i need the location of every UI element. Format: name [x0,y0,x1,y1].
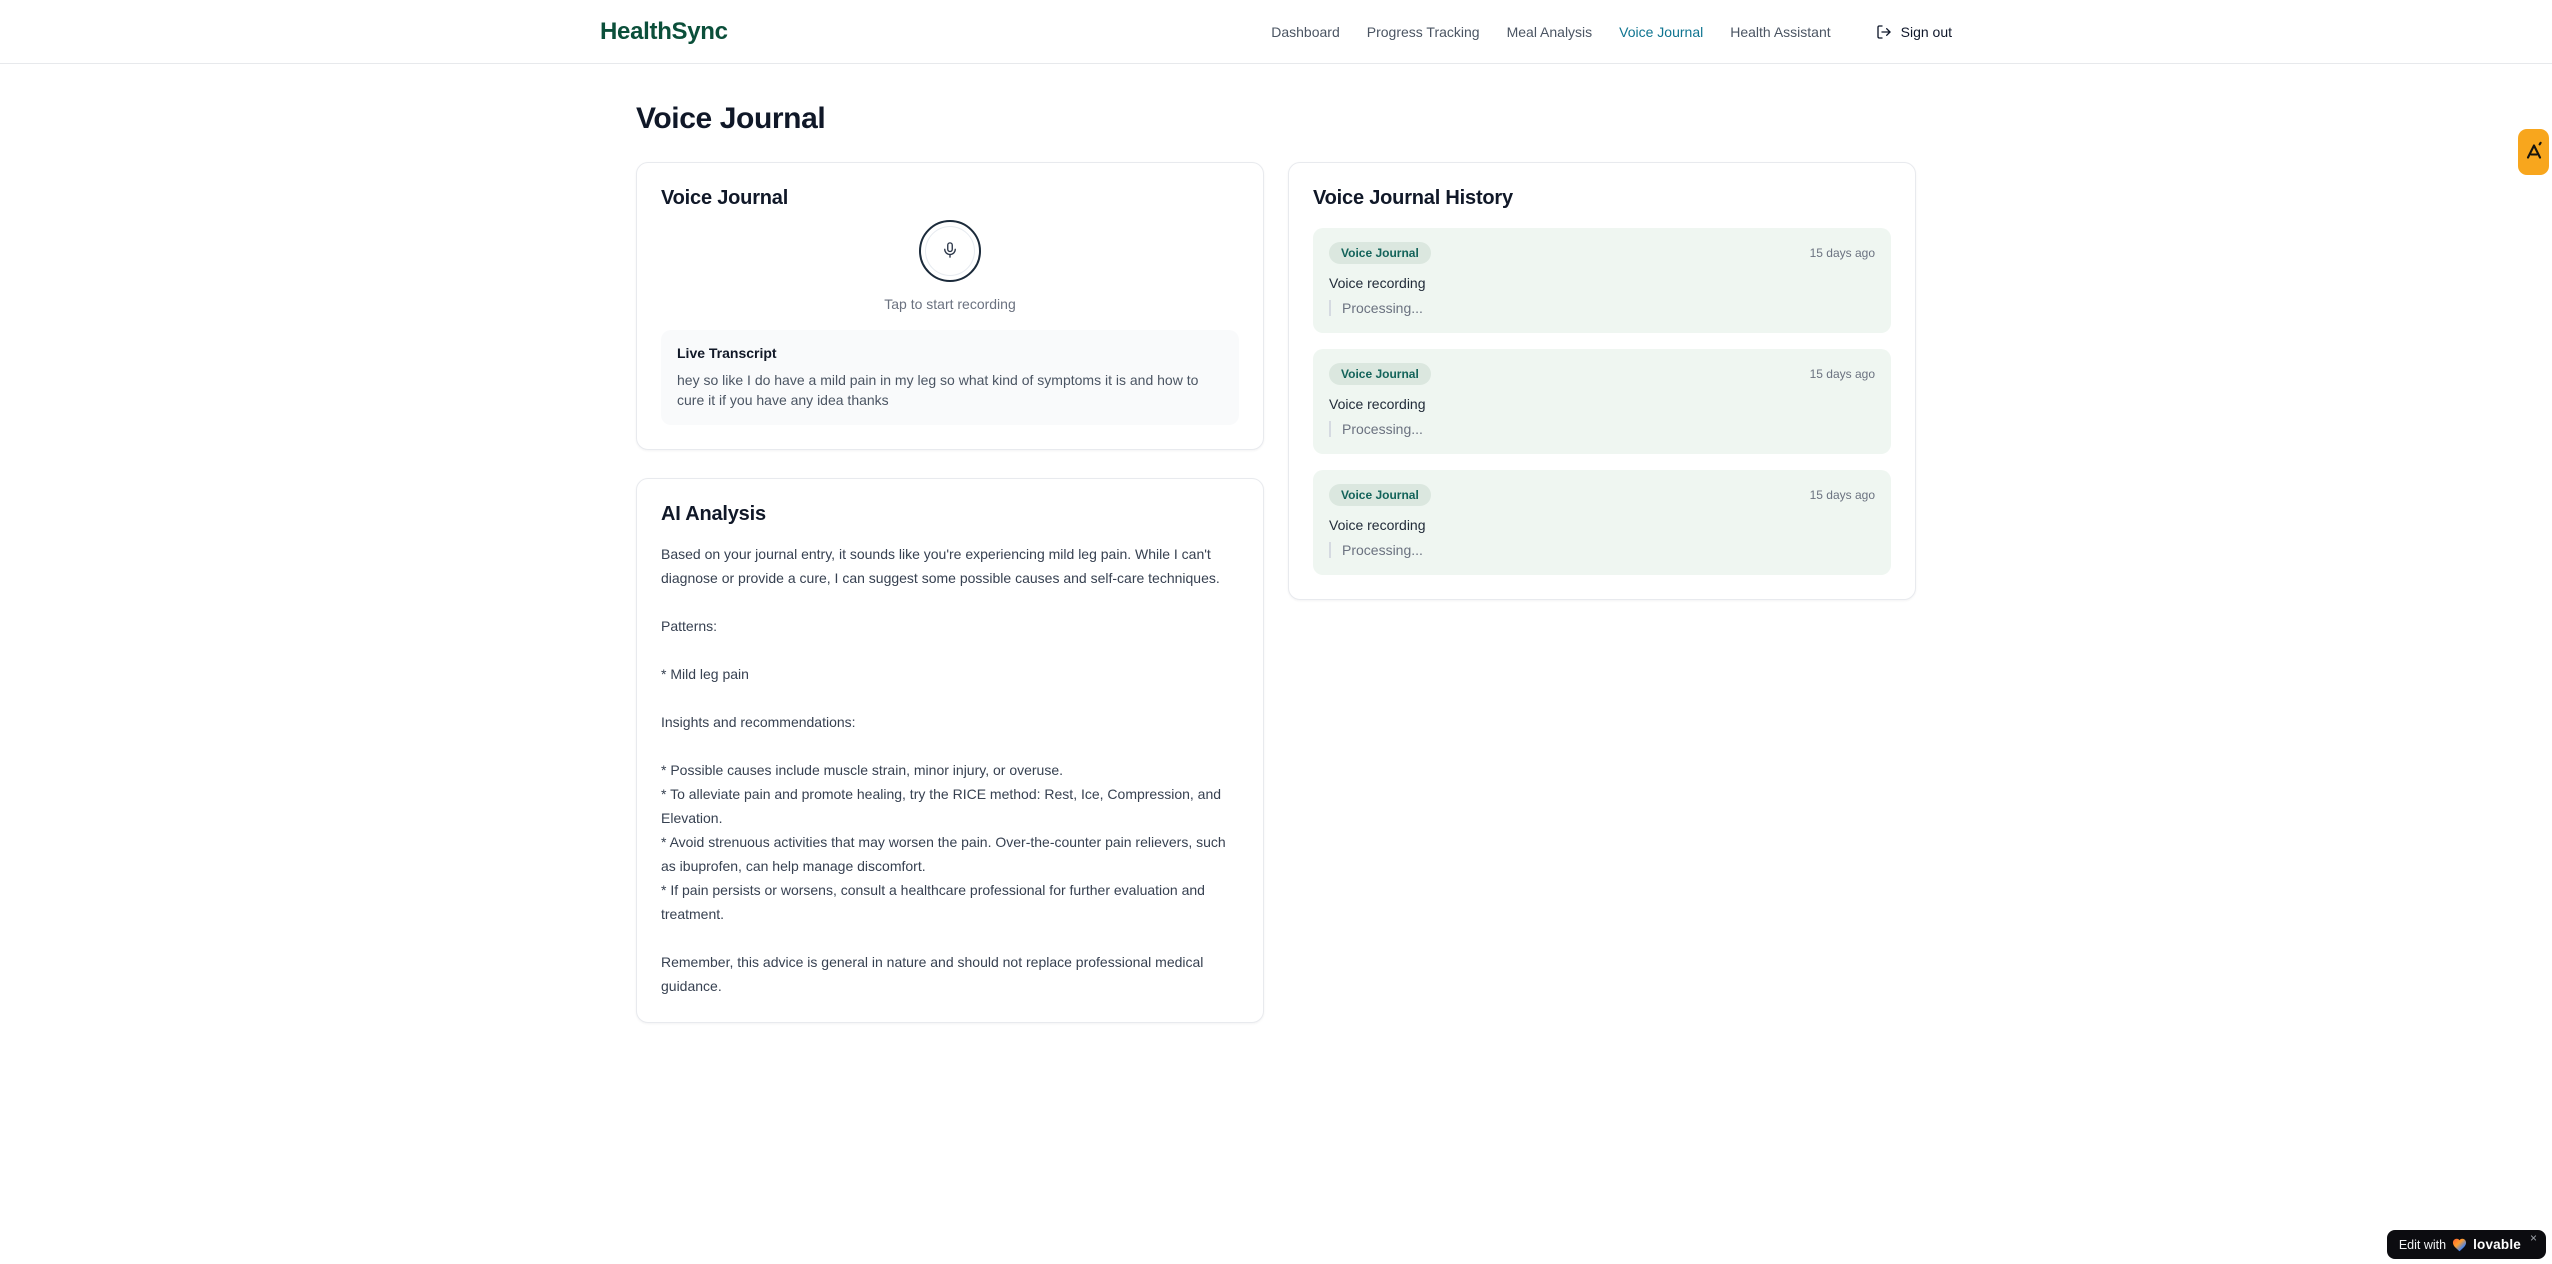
heart-gradient-icon [2452,1238,2467,1252]
app-logo[interactable]: HealthSync [600,18,728,46]
record-button[interactable] [919,220,981,282]
entry-status: Processing... [1329,542,1875,558]
launcher-logo-icon [2524,141,2544,164]
entry-title: Voice recording [1329,517,1426,533]
history-entry: Voice Journal 15 days ago Voice recordin… [1313,228,1891,333]
history-list: Voice Journal 15 days ago Voice recordin… [1313,228,1891,575]
logout-icon [1876,24,1892,40]
page-title: Voice Journal [636,102,826,135]
entry-title: Voice recording [1329,275,1426,291]
edit-with-label: Edit with [2398,1237,2447,1252]
entry-timestamp: 15 days ago [1809,488,1875,502]
history-entry: Voice Journal 15 days ago Voice recordin… [1313,470,1891,575]
entry-type-badge: Voice Journal [1329,363,1431,385]
voice-recorder-card: Voice Journal Tap to start recording Liv… [636,162,1264,450]
top-nav-bar: HealthSync Dashboard Progress Tracking M… [0,0,2552,64]
app-root: HealthSync Dashboard Progress Tracking M… [0,0,2552,1264]
entry-type-badge: Voice Journal [1329,484,1431,506]
main-content: Voice Journal Voice Journal Tap to start… [636,64,1916,1023]
edit-with-lovable-badge[interactable]: Edit with lovable × [2386,1230,2546,1259]
sign-out-label: Sign out [1900,23,1952,40]
entry-status: Processing... [1329,421,1875,437]
live-transcript-box: Live Transcript hey so like I do have a … [661,330,1239,425]
nav-item-dashboard[interactable]: Dashboard [1271,24,1340,40]
close-icon[interactable]: × [2530,1232,2537,1244]
entry-timestamp: 15 days ago [1809,367,1875,381]
ai-analysis-card: AI Analysis Based on your journal entry,… [636,478,1264,1023]
entry-timestamp: 15 days ago [1809,246,1875,260]
recorder-card-title: Voice Journal [661,187,789,209]
live-transcript-text: hey so like I do have a mild pain in my … [677,372,1199,408]
mic-icon [941,241,959,262]
nav-item-meal-analysis[interactable]: Meal Analysis [1507,24,1593,40]
nav-item-health-assistant[interactable]: Health Assistant [1730,24,1830,40]
lovable-brand-label: lovable [2473,1237,2521,1252]
nav-item-voice-journal[interactable]: Voice Journal [1619,24,1703,40]
history-card-title: Voice Journal History [1313,187,1513,209]
history-card: Voice Journal History Voice Journal 15 d… [1288,162,1916,600]
entry-title: Voice recording [1329,396,1426,412]
sign-out-button[interactable]: Sign out [1876,24,1952,40]
history-entry: Voice Journal 15 days ago Voice recordin… [1313,349,1891,454]
side-launcher-button[interactable] [2518,129,2549,175]
live-transcript-title: Live Transcript [677,345,777,361]
record-hint: Tap to start recording [884,296,1016,312]
ai-analysis-text: Based on your journal entry, it sounds l… [661,546,1226,994]
nav-item-progress-tracking[interactable]: Progress Tracking [1367,24,1480,40]
entry-status: Processing... [1329,300,1875,316]
primary-nav: Dashboard Progress Tracking Meal Analysi… [1271,24,1952,40]
ai-analysis-title: AI Analysis [661,503,766,525]
entry-type-badge: Voice Journal [1329,242,1431,264]
